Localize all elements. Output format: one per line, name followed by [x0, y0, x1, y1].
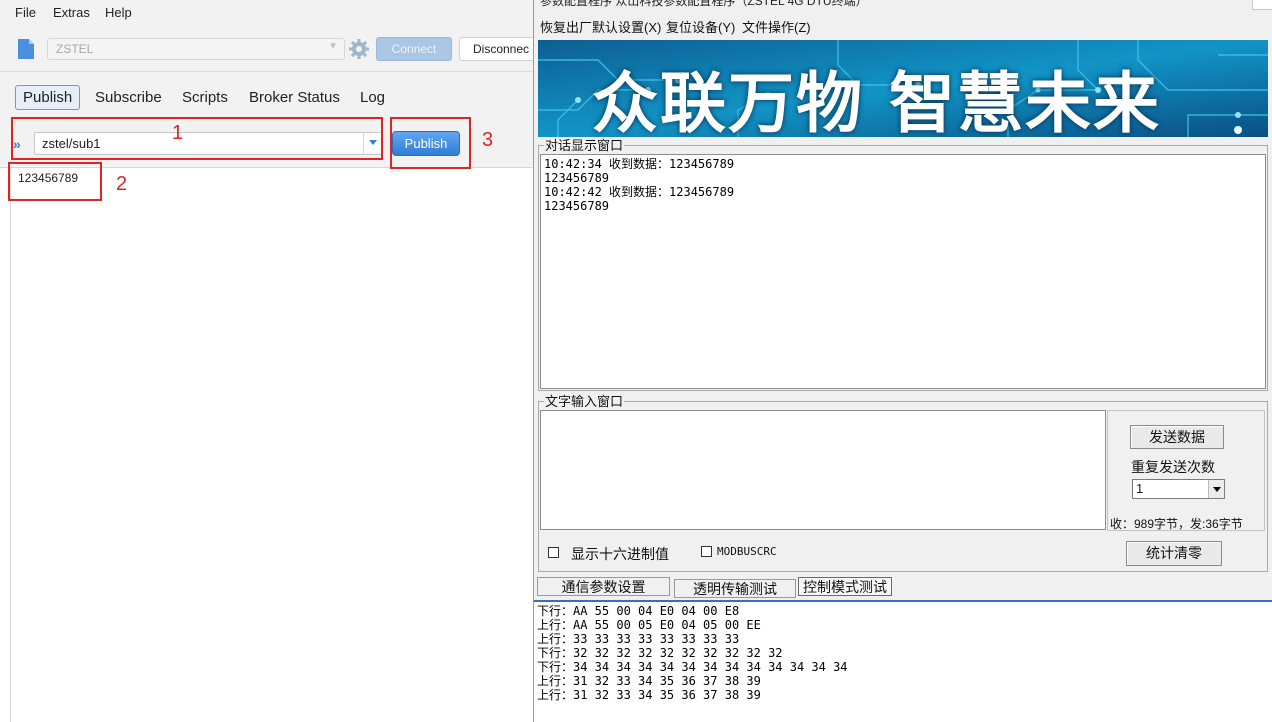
- dialog-line: 10:42:42 收到数据：123456789: [544, 185, 735, 199]
- menu-file[interactable]: File: [15, 5, 36, 20]
- log-line: 上行：33 33 33 33 33 33 33 33: [537, 632, 740, 646]
- tab-publish[interactable]: Publish: [15, 85, 81, 110]
- text-input-label: 文字输入窗口: [544, 394, 625, 409]
- tab-scripts[interactable]: Scripts: [175, 85, 235, 110]
- menu-bar: File Extras Help: [0, 0, 533, 26]
- byte-stats: 收：989字节，发:36字节: [1110, 517, 1243, 531]
- menu-reset-device[interactable]: 复位设备(Y): [666, 17, 735, 36]
- modbus-crc-checkbox[interactable]: [701, 546, 712, 557]
- dialog-line: 123456789: [544, 199, 610, 213]
- connection-profile-value: ZSTEL: [56, 42, 94, 56]
- text-input-field[interactable]: [540, 410, 1106, 530]
- log-line: 上行：AA 55 00 05 E0 04 05 00 EE: [537, 618, 761, 632]
- log-line: 下行：34 34 34 34 34 34 34 34 34 34 34 34 3…: [537, 660, 848, 674]
- mqtt-client-window: File Extras Help ZSTEL ▼ Connect Disconn…: [0, 0, 533, 722]
- annotation-box-topic: [11, 117, 383, 160]
- dialog-display-textarea[interactable]: 10:42:34 收到数据：123456789 123456789 10:42:42…: [540, 154, 1266, 389]
- hex-display-checkbox[interactable]: [548, 547, 559, 558]
- repeat-count-value: 1: [1136, 481, 1144, 496]
- banner-slogan: 众联万物 智慧未来: [592, 64, 1161, 137]
- dialog-line: 123456789: [544, 171, 610, 185]
- annotation-box-payload: [8, 162, 102, 201]
- menu-file-ops[interactable]: 文件操作(Z): [742, 17, 811, 36]
- log-line: 上行：31 32 33 34 35 36 37 38 39: [537, 674, 761, 688]
- tab-subscribe[interactable]: Subscribe: [88, 85, 169, 110]
- connection-profile-select[interactable]: ZSTEL ▼: [47, 38, 345, 60]
- menu-factory-reset[interactable]: 恢复出厂默认设置(X): [540, 17, 661, 36]
- payload-editor[interactable]: [10, 168, 533, 722]
- repeat-count-dropdown[interactable]: [1208, 480, 1224, 498]
- tab-control-mode-test[interactable]: 控制模式测试: [798, 577, 892, 596]
- chevron-down-icon: [1213, 487, 1221, 492]
- repeat-count-select[interactable]: 1: [1132, 479, 1225, 499]
- hex-display-label: 显示十六进制值: [571, 546, 669, 562]
- close-button[interactable]: [1252, 0, 1272, 10]
- tab-comm-params[interactable]: 通信参数设置: [537, 577, 670, 596]
- config-tool-window: 参数配置程序 众山科技参数配置程序（ZSTEL 4G DTU终端） 恢复出厂默认…: [533, 0, 1272, 722]
- disconnect-button[interactable]: Disconnec: [459, 37, 533, 61]
- document-icon: [18, 39, 34, 59]
- annotation-label-2: 2: [116, 173, 128, 195]
- clear-stats-button[interactable]: 统计清零: [1126, 541, 1222, 566]
- repeat-count-label: 重复发送次数: [1131, 459, 1215, 475]
- menu-extras[interactable]: Extras: [53, 5, 90, 20]
- annotation-label-1: 1: [172, 122, 184, 144]
- window-title: 参数配置程序 众山科技参数配置程序（ZSTEL 4G DTU终端）: [540, 0, 868, 8]
- gear-icon[interactable]: [348, 38, 370, 60]
- dialog-display-label: 对话显示窗口: [544, 138, 625, 153]
- menu-help[interactable]: Help: [105, 5, 132, 20]
- banner-image: 众联万物 智慧未来: [538, 40, 1268, 137]
- modbus-crc-label: MODBUSCRC: [717, 545, 777, 558]
- annotation-box-publish: [390, 117, 471, 169]
- tab-transparent-test[interactable]: 透明传输测试: [674, 579, 796, 598]
- tab-broker-status[interactable]: Broker Status: [242, 85, 347, 110]
- annotation-label-3: 3: [482, 129, 494, 151]
- send-data-button[interactable]: 发送数据: [1130, 425, 1224, 449]
- tab-log[interactable]: Log: [353, 85, 392, 110]
- protocol-log[interactable]: 下行：AA 55 00 04 E0 04 00 E8 上行：AA 55 00 05…: [534, 600, 1272, 722]
- dialog-line: 10:42:34 收到数据：123456789: [544, 157, 735, 171]
- chevron-down-icon: ▼: [328, 41, 338, 52]
- connect-button[interactable]: Connect: [376, 37, 452, 61]
- log-line: 下行：32 32 32 32 32 32 32 32 32 32: [537, 646, 783, 660]
- log-line: 下行：AA 55 00 04 E0 04 00 E8: [537, 604, 740, 618]
- log-line: 上行：31 32 33 34 35 36 37 38 39: [537, 688, 761, 702]
